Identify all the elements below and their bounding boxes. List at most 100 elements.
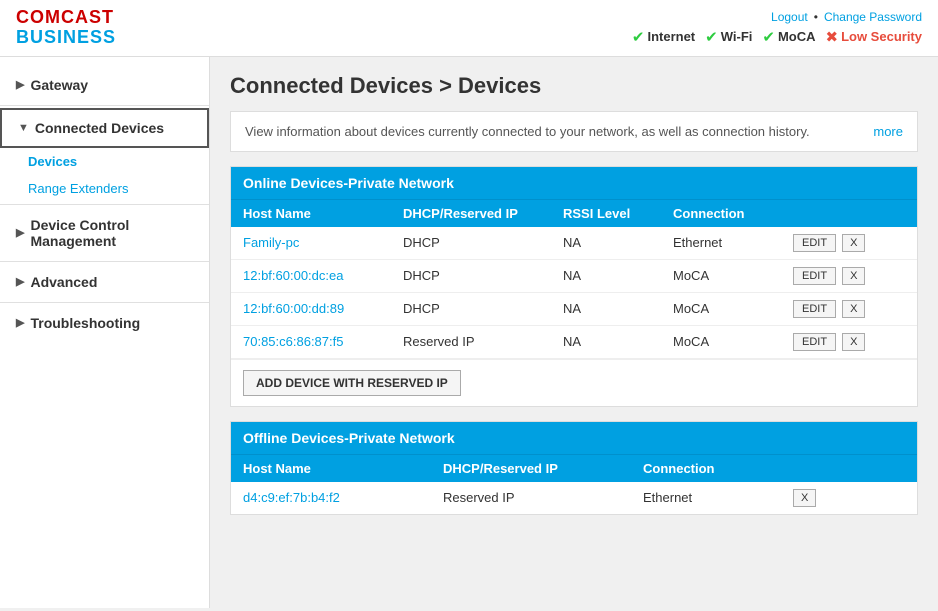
online-devices-section: Online Devices-Private Network Host Name… <box>230 166 918 407</box>
status-internet: ✔ Internet <box>632 28 695 46</box>
table-row: Family-pc DHCP NA Ethernet EDIT X <box>231 227 917 260</box>
device-host-link-1[interactable]: 12:bf:60:00:dc:ea <box>243 268 343 283</box>
col-header-connection: Connection <box>673 206 793 221</box>
online-section-header: Online Devices-Private Network <box>231 167 917 199</box>
device-conn-3: MoCA <box>673 334 793 349</box>
sidebar-item-gateway[interactable]: ▶ Gateway <box>0 67 209 103</box>
device-actions-3: EDIT X <box>793 333 905 351</box>
separator: • <box>814 10 818 24</box>
delete-button-2[interactable]: X <box>842 300 865 318</box>
more-link[interactable]: more <box>873 124 903 139</box>
arrow-icon-advanced: ▶ <box>16 275 24 288</box>
device-actions-0: EDIT X <box>793 234 905 252</box>
status-moca: ✔ MoCA <box>762 28 815 46</box>
delete-button-0[interactable]: X <box>842 234 865 252</box>
sidebar-label-connected-devices: Connected Devices <box>35 120 164 136</box>
sidebar-label-device-control: Device Control Management <box>30 217 193 249</box>
edit-button-2[interactable]: EDIT <box>793 300 836 318</box>
device-rssi-2: NA <box>563 301 673 316</box>
sidebar-divider-1 <box>0 105 209 106</box>
device-dhcp-3: Reserved IP <box>403 334 563 349</box>
layout: ▶ Gateway ▼ Connected Devices Devices Ra… <box>0 57 938 608</box>
header-links: Logout • Change Password <box>771 10 922 24</box>
device-actions-1: EDIT X <box>793 267 905 285</box>
sidebar-item-troubleshooting[interactable]: ▶ Troubleshooting <box>0 305 209 341</box>
off-device-dhcp-0: Reserved IP <box>443 490 643 505</box>
sidebar-divider-4 <box>0 302 209 303</box>
delete-button-1[interactable]: X <box>842 267 865 285</box>
status-security: ✖ Low Security <box>826 28 923 46</box>
sidebar-divider-2 <box>0 204 209 205</box>
off-col-header-connection: Connection <box>643 461 793 476</box>
off-col-header-actions <box>793 461 905 476</box>
edit-button-0[interactable]: EDIT <box>793 234 836 252</box>
off-delete-button-0[interactable]: X <box>793 489 816 507</box>
sidebar-item-advanced[interactable]: ▶ Advanced <box>0 264 209 300</box>
table-row: 12:bf:60:00:dc:ea DHCP NA MoCA EDIT X <box>231 260 917 293</box>
col-header-dhcp: DHCP/Reserved IP <box>403 206 563 221</box>
add-device-area: ADD DEVICE WITH RESERVED IP <box>231 359 917 406</box>
main-content: Connected Devices > Devices View informa… <box>210 57 938 608</box>
logo-comcast: COMCAST <box>16 8 116 28</box>
device-host-link-2[interactable]: 12:bf:60:00:dd:89 <box>243 301 344 316</box>
arrow-icon-troubleshooting: ▶ <box>16 316 24 329</box>
sidebar-divider-3 <box>0 261 209 262</box>
col-header-actions <box>793 206 905 221</box>
device-dhcp-2: DHCP <box>403 301 563 316</box>
col-header-rssi: RSSI Level <box>563 206 673 221</box>
info-box: View information about devices currently… <box>230 111 918 152</box>
offline-devices-section: Offline Devices-Private Network Host Nam… <box>230 421 918 515</box>
page-title: Connected Devices > Devices <box>230 73 918 99</box>
off-device-host-0: d4:c9:ef:7b:b4:f2 <box>243 490 443 505</box>
arrow-icon-device-control: ▶ <box>16 226 24 239</box>
sidebar: ▶ Gateway ▼ Connected Devices Devices Ra… <box>0 57 210 608</box>
logo-business: BUSINESS <box>16 28 116 48</box>
device-actions-2: EDIT X <box>793 300 905 318</box>
device-host-1: 12:bf:60:00:dc:ea <box>243 268 403 283</box>
sidebar-label-advanced: Advanced <box>30 274 97 290</box>
sidebar-sub-devices[interactable]: Devices <box>0 148 209 175</box>
edit-button-3[interactable]: EDIT <box>793 333 836 351</box>
sidebar-item-connected-devices[interactable]: ▼ Connected Devices <box>0 108 209 148</box>
check-icon-moca: ✔ <box>762 28 775 46</box>
device-host-link-0[interactable]: Family-pc <box>243 235 299 250</box>
sidebar-label-gateway: Gateway <box>30 77 88 93</box>
device-host-0: Family-pc <box>243 235 403 250</box>
device-dhcp-1: DHCP <box>403 268 563 283</box>
device-rssi-1: NA <box>563 268 673 283</box>
check-icon-internet: ✔ <box>632 28 645 46</box>
device-conn-2: MoCA <box>673 301 793 316</box>
edit-button-1[interactable]: EDIT <box>793 267 836 285</box>
offline-section-header: Offline Devices-Private Network <box>231 422 917 454</box>
status-internet-label: Internet <box>647 29 695 44</box>
header: COMCAST BUSINESS Logout • Change Passwor… <box>0 0 938 57</box>
off-col-header-hostname: Host Name <box>243 461 443 476</box>
offline-column-headers: Host Name DHCP/Reserved IP Connection <box>231 454 917 482</box>
device-host-3: 70:85:c6:86:87:f5 <box>243 334 403 349</box>
status-wifi-label: Wi-Fi <box>721 29 753 44</box>
device-rssi-3: NA <box>563 334 673 349</box>
table-row: 70:85:c6:86:87:f5 Reserved IP NA MoCA ED… <box>231 326 917 359</box>
add-device-button[interactable]: ADD DEVICE WITH RESERVED IP <box>243 370 461 396</box>
logo: COMCAST BUSINESS <box>16 8 116 48</box>
header-status: ✔ Internet ✔ Wi-Fi ✔ MoCA ✖ Low Security <box>632 28 922 46</box>
col-header-hostname: Host Name <box>243 206 403 221</box>
off-device-host-link-0[interactable]: d4:c9:ef:7b:b4:f2 <box>243 490 340 505</box>
logout-link[interactable]: Logout <box>771 10 808 24</box>
change-password-link[interactable]: Change Password <box>824 10 922 24</box>
device-conn-0: Ethernet <box>673 235 793 250</box>
status-moca-label: MoCA <box>778 29 816 44</box>
sidebar-item-device-control[interactable]: ▶ Device Control Management <box>0 207 209 259</box>
device-dhcp-0: DHCP <box>403 235 563 250</box>
table-row: 12:bf:60:00:dd:89 DHCP NA MoCA EDIT X <box>231 293 917 326</box>
delete-button-3[interactable]: X <box>842 333 865 351</box>
off-col-header-dhcp: DHCP/Reserved IP <box>443 461 643 476</box>
off-device-actions-0: X <box>793 489 905 507</box>
device-host-link-3[interactable]: 70:85:c6:86:87:f5 <box>243 334 343 349</box>
info-text: View information about devices currently… <box>245 124 810 139</box>
sidebar-sub-devices-label: Devices <box>28 154 77 169</box>
sidebar-sub-range-extenders[interactable]: Range Extenders <box>0 175 209 202</box>
device-host-2: 12:bf:60:00:dd:89 <box>243 301 403 316</box>
sidebar-label-troubleshooting: Troubleshooting <box>30 315 140 331</box>
device-rssi-0: NA <box>563 235 673 250</box>
